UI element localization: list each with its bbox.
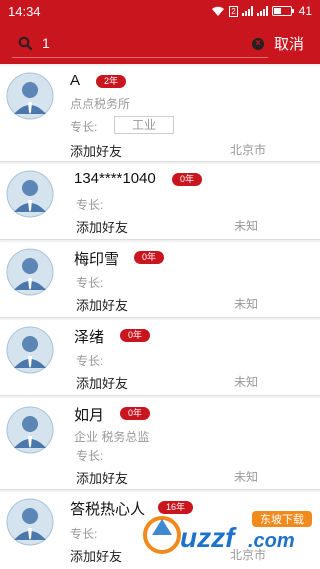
avatar xyxy=(6,406,54,454)
watermark-suffix: .com xyxy=(248,530,295,552)
result-list: A 2年 点点税务所 专长: 工业 添加好友 北京市 134****1040 0… xyxy=(0,64,320,569)
list-item[interactable]: 134****1040 0年 专长: 添加好友 未知 xyxy=(0,164,320,240)
specialty-label: 专长: xyxy=(76,354,104,368)
user-name: 134****1040 xyxy=(74,170,156,187)
experience-badge: 0年 xyxy=(134,251,165,264)
add-friend-button[interactable]: 添加好友 xyxy=(70,141,122,160)
company-name: 点点税务所 xyxy=(70,97,131,111)
experience-badge: 2年 xyxy=(96,75,127,88)
specialty-label: 专长: xyxy=(76,198,104,212)
avatar xyxy=(6,498,54,546)
add-friend-button[interactable]: 添加好友 xyxy=(76,295,128,314)
location-label: 未知 xyxy=(234,219,259,233)
battery-icon xyxy=(271,6,294,16)
list-item[interactable]: 如月 0年 企业 税务总监 专长: 添加好友 未知 xyxy=(0,398,320,490)
user-name: 如月 xyxy=(74,407,105,424)
avatar xyxy=(6,170,54,218)
list-item[interactable]: 梅印雪 0年 专长: 添加好友 未知 xyxy=(0,242,320,318)
location-label: 北京市 xyxy=(230,143,267,157)
watermark-tag: 东坡下载 xyxy=(260,513,304,526)
signal-icon xyxy=(241,6,253,16)
clear-icon[interactable]: × xyxy=(252,38,264,50)
add-friend-button[interactable]: 添加好友 xyxy=(76,373,128,392)
add-friend-button[interactable]: 添加好友 xyxy=(76,468,128,487)
status-time: 14:34 xyxy=(8,4,41,19)
experience-badge: 0年 xyxy=(172,173,203,186)
signal-icon-2 xyxy=(256,6,268,16)
avatar xyxy=(6,326,54,374)
network-indicator: 2 xyxy=(229,5,238,17)
search-field: × xyxy=(12,30,268,58)
user-name: 泽绪 xyxy=(74,329,105,346)
avatar xyxy=(6,72,54,120)
wifi-icon xyxy=(212,6,225,16)
add-friend-button[interactable]: 添加好友 xyxy=(70,546,122,565)
status-icons: 2 41 xyxy=(211,4,312,18)
list-item[interactable]: 泽绪 0年 专长: 添加好友 未知 xyxy=(0,320,320,396)
watermark-logo: uzzf .com 东坡下载 xyxy=(143,511,312,554)
location-label: 未知 xyxy=(234,375,259,389)
location-label: 未知 xyxy=(234,470,259,484)
company-name: 企业 税务总监 xyxy=(74,430,150,444)
specialty-label: 专长: xyxy=(76,276,104,290)
add-friend-button[interactable]: 添加好友 xyxy=(76,217,128,236)
experience-badge: 0年 xyxy=(120,329,151,342)
specialty-label: 专长: xyxy=(76,449,104,463)
experience-badge: 0年 xyxy=(120,407,151,420)
search-icon xyxy=(18,36,32,50)
avatar xyxy=(6,248,54,296)
specialty-label: 专长: xyxy=(70,120,98,134)
status-bar: 14:34 2 41 xyxy=(0,0,320,24)
search-input[interactable] xyxy=(42,32,232,54)
list-item[interactable]: A 2年 点点税务所 专长: 工业 添加好友 北京市 xyxy=(0,66,320,162)
watermark-text: uzzf xyxy=(180,522,237,553)
location-label: 未知 xyxy=(234,297,259,311)
cancel-button[interactable]: 取消 xyxy=(274,33,304,54)
search-bar: × 取消 xyxy=(0,24,320,64)
user-name: A xyxy=(70,72,81,89)
user-name: 答税热心人 xyxy=(70,501,146,518)
specialty-label: 专长: xyxy=(70,527,98,541)
user-name: 梅印雪 xyxy=(74,251,120,268)
specialty-tag: 工业 xyxy=(114,116,174,134)
battery-level: 41 xyxy=(298,4,312,18)
